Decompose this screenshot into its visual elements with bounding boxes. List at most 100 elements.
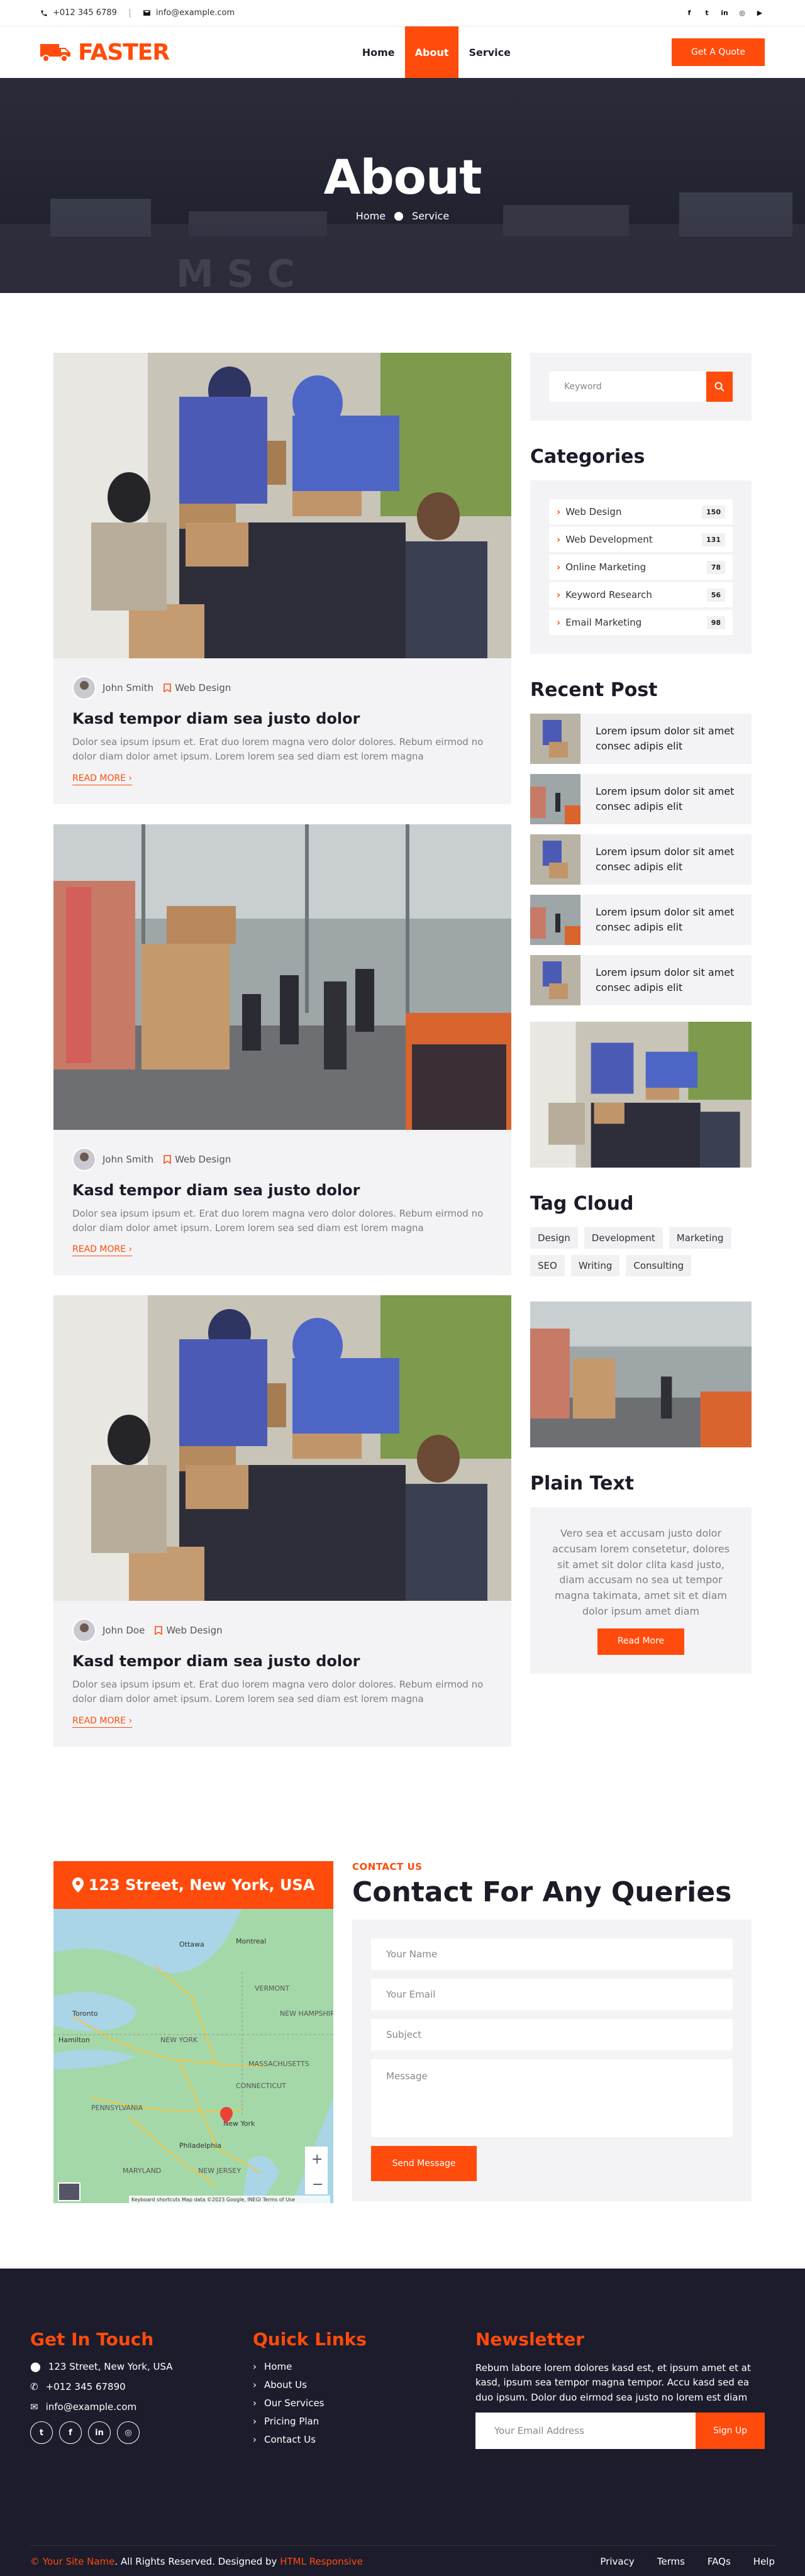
- tag-item[interactable]: SEO: [530, 1255, 565, 1276]
- brand-logo[interactable]: FASTER: [40, 39, 170, 65]
- footer-link-home[interactable]: › Home: [253, 2361, 475, 2372]
- contact-form-area: CONTACT US Contact For Any Queries Your …: [352, 1861, 752, 2203]
- footer-bottom-terms[interactable]: Terms: [657, 2556, 685, 2567]
- linkedin-icon[interactable]: in: [719, 8, 730, 18]
- post-category[interactable]: Web Design: [175, 682, 231, 694]
- post-category[interactable]: Web Design: [175, 1154, 231, 1165]
- map-widget[interactable]: 123 Street, New York, USA Ottawa Montrea…: [53, 1861, 333, 2203]
- search-icon: [714, 382, 724, 392]
- recent-post-thumb: [530, 834, 580, 885]
- recent-post-item[interactable]: Lorem ipsum dolor sit amet consec adipis…: [530, 834, 752, 885]
- recent-post-item[interactable]: Lorem ipsum dolor sit amet consec adipis…: [530, 774, 752, 824]
- blog-post: John Doe Web Design Kasd tempor diam sea…: [53, 1295, 511, 1747]
- nav-about[interactable]: About: [404, 26, 459, 78]
- post-title[interactable]: Kasd tempor diam sea justo dolor: [53, 1652, 511, 1670]
- tag-item[interactable]: Marketing: [669, 1227, 731, 1249]
- map-label-connecticut: CONNECTICUT: [236, 2082, 286, 2090]
- tag-item[interactable]: Development: [584, 1227, 663, 1249]
- newsletter-heading: Newsletter: [475, 2329, 585, 2350]
- message-field[interactable]: Message: [371, 2059, 733, 2137]
- blog-post: John Smith Web Design Kasd tempor diam s…: [53, 824, 511, 1275]
- topbar-email[interactable]: info@example.com: [143, 8, 235, 18]
- post-category[interactable]: Web Design: [166, 1625, 222, 1636]
- footer-bottom-faqs[interactable]: FAQs: [708, 2556, 731, 2567]
- chevron-right-icon: ›: [557, 506, 561, 517]
- tag-item[interactable]: Writing: [570, 1255, 620, 1276]
- post-image[interactable]: [53, 1295, 511, 1601]
- name-field[interactable]: Your Name: [371, 1938, 733, 1970]
- subject-field[interactable]: Subject: [371, 2019, 733, 2050]
- read-more-button[interactable]: Read More: [597, 1628, 684, 1655]
- read-more-link[interactable]: READ MORE ›: [72, 1244, 133, 1256]
- footer-link-services[interactable]: › Our Services: [253, 2397, 475, 2409]
- footer-link-about[interactable]: › About Us: [253, 2379, 475, 2391]
- newsletter-email-input[interactable]: Your Email Address: [475, 2412, 696, 2449]
- phone-icon: [41, 10, 47, 16]
- sign-up-button[interactable]: Sign Up: [696, 2412, 765, 2449]
- tag-item[interactable]: Consulting: [626, 1255, 692, 1276]
- plain-text-body: Vero sea et accusam justo dolor accusam …: [552, 1527, 730, 1617]
- category-item[interactable]: › Web Design 150: [549, 499, 733, 524]
- post-title[interactable]: Kasd tempor diam sea justo dolor: [53, 1181, 511, 1199]
- twitter-icon[interactable]: t: [30, 2421, 53, 2444]
- post-author[interactable]: John Smith: [103, 682, 153, 694]
- map-zoom-controls: + −: [305, 2147, 328, 2194]
- newsletter-text: Rebum labore lorem dolores kasd est, et …: [475, 2362, 751, 2403]
- read-more-link[interactable]: READ MORE ›: [72, 773, 133, 785]
- category-item[interactable]: › Keyword Research 56: [549, 582, 733, 607]
- page-title: About: [323, 149, 482, 205]
- get-quote-button[interactable]: Get A Quote: [672, 38, 765, 66]
- footer-contact: Get In Touch ⬤ 123 Street, New York, USA …: [30, 2329, 253, 2452]
- search-input[interactable]: Keyword: [549, 372, 706, 402]
- site-name-link[interactable]: Your Site Name: [43, 2556, 115, 2567]
- bookmark-icon: [164, 1154, 171, 1164]
- recent-post-item[interactable]: Lorem ipsum dolor sit amet consec adipis…: [530, 714, 752, 764]
- truck-icon: [40, 44, 70, 62]
- sidebar-image[interactable]: [530, 1302, 752, 1447]
- read-more-link[interactable]: READ MORE ›: [72, 1716, 133, 1728]
- sidebar-image[interactable]: [530, 1022, 752, 1168]
- email-field[interactable]: Your Email: [371, 1979, 733, 2010]
- recent-post-item[interactable]: Lorem ipsum dolor sit amet consec adipis…: [530, 895, 752, 945]
- breadcrumb-service[interactable]: Service: [412, 210, 449, 222]
- instagram-icon[interactable]: ◎: [737, 8, 747, 18]
- linkedin-icon[interactable]: in: [88, 2421, 111, 2444]
- category-item[interactable]: › Email Marketing 98: [549, 610, 733, 635]
- instagram-icon[interactable]: ◎: [117, 2421, 140, 2444]
- post-author[interactable]: John Smith: [103, 1154, 153, 1165]
- facebook-icon[interactable]: f: [59, 2421, 82, 2444]
- chevron-right-icon: ›: [557, 534, 561, 545]
- tag-item[interactable]: Design: [530, 1227, 578, 1249]
- nav-service[interactable]: Service: [458, 26, 521, 78]
- send-message-button[interactable]: Send Message: [371, 2146, 477, 2181]
- recent-post-item[interactable]: Lorem ipsum dolor sit amet consec adipis…: [530, 955, 752, 1005]
- footer-email[interactable]: ✉ info@example.com: [30, 2401, 253, 2413]
- recent-post-thumb: [530, 774, 580, 824]
- nav-home[interactable]: Home: [352, 26, 405, 78]
- topbar-phone[interactable]: +012 345 6789: [40, 8, 117, 18]
- chevron-right-icon: ›: [253, 2379, 257, 2391]
- category-item[interactable]: › Web Development 131: [549, 527, 733, 552]
- designer-link[interactable]: HTML Responsive: [280, 2556, 363, 2567]
- footer-bottom-privacy[interactable]: Privacy: [600, 2556, 634, 2567]
- search-button[interactable]: [706, 372, 733, 402]
- footer-link-pricing[interactable]: › Pricing Plan: [253, 2416, 475, 2427]
- facebook-icon[interactable]: f: [684, 8, 694, 18]
- footer-link-contact[interactable]: › Contact Us: [253, 2434, 475, 2445]
- post-image[interactable]: [53, 353, 511, 658]
- twitter-icon[interactable]: t: [702, 8, 712, 18]
- footer-bottom-help[interactable]: Help: [753, 2556, 775, 2567]
- post-title[interactable]: Kasd tempor diam sea justo dolor: [53, 710, 511, 727]
- youtube-icon[interactable]: ▶: [755, 8, 765, 18]
- footer-phone[interactable]: ✆ +012 345 67890: [30, 2381, 253, 2392]
- category-item[interactable]: › Online Marketing 78: [549, 555, 733, 580]
- post-image[interactable]: [53, 824, 511, 1130]
- page-header: M S C About Home Service: [0, 78, 805, 293]
- post-author[interactable]: John Doe: [103, 1625, 145, 1636]
- post-excerpt: Dolor sea ipsum ipsum et. Erat duo lorem…: [72, 1679, 484, 1705]
- brand-name: FASTER: [78, 39, 170, 65]
- map-label-new-york-state: NEW YORK: [160, 2036, 198, 2044]
- footer-socials: t f in ◎: [30, 2421, 253, 2444]
- breadcrumb-home[interactable]: Home: [356, 210, 386, 222]
- contact-section: 123 Street, New York, USA Ottawa Montrea…: [53, 1861, 752, 2203]
